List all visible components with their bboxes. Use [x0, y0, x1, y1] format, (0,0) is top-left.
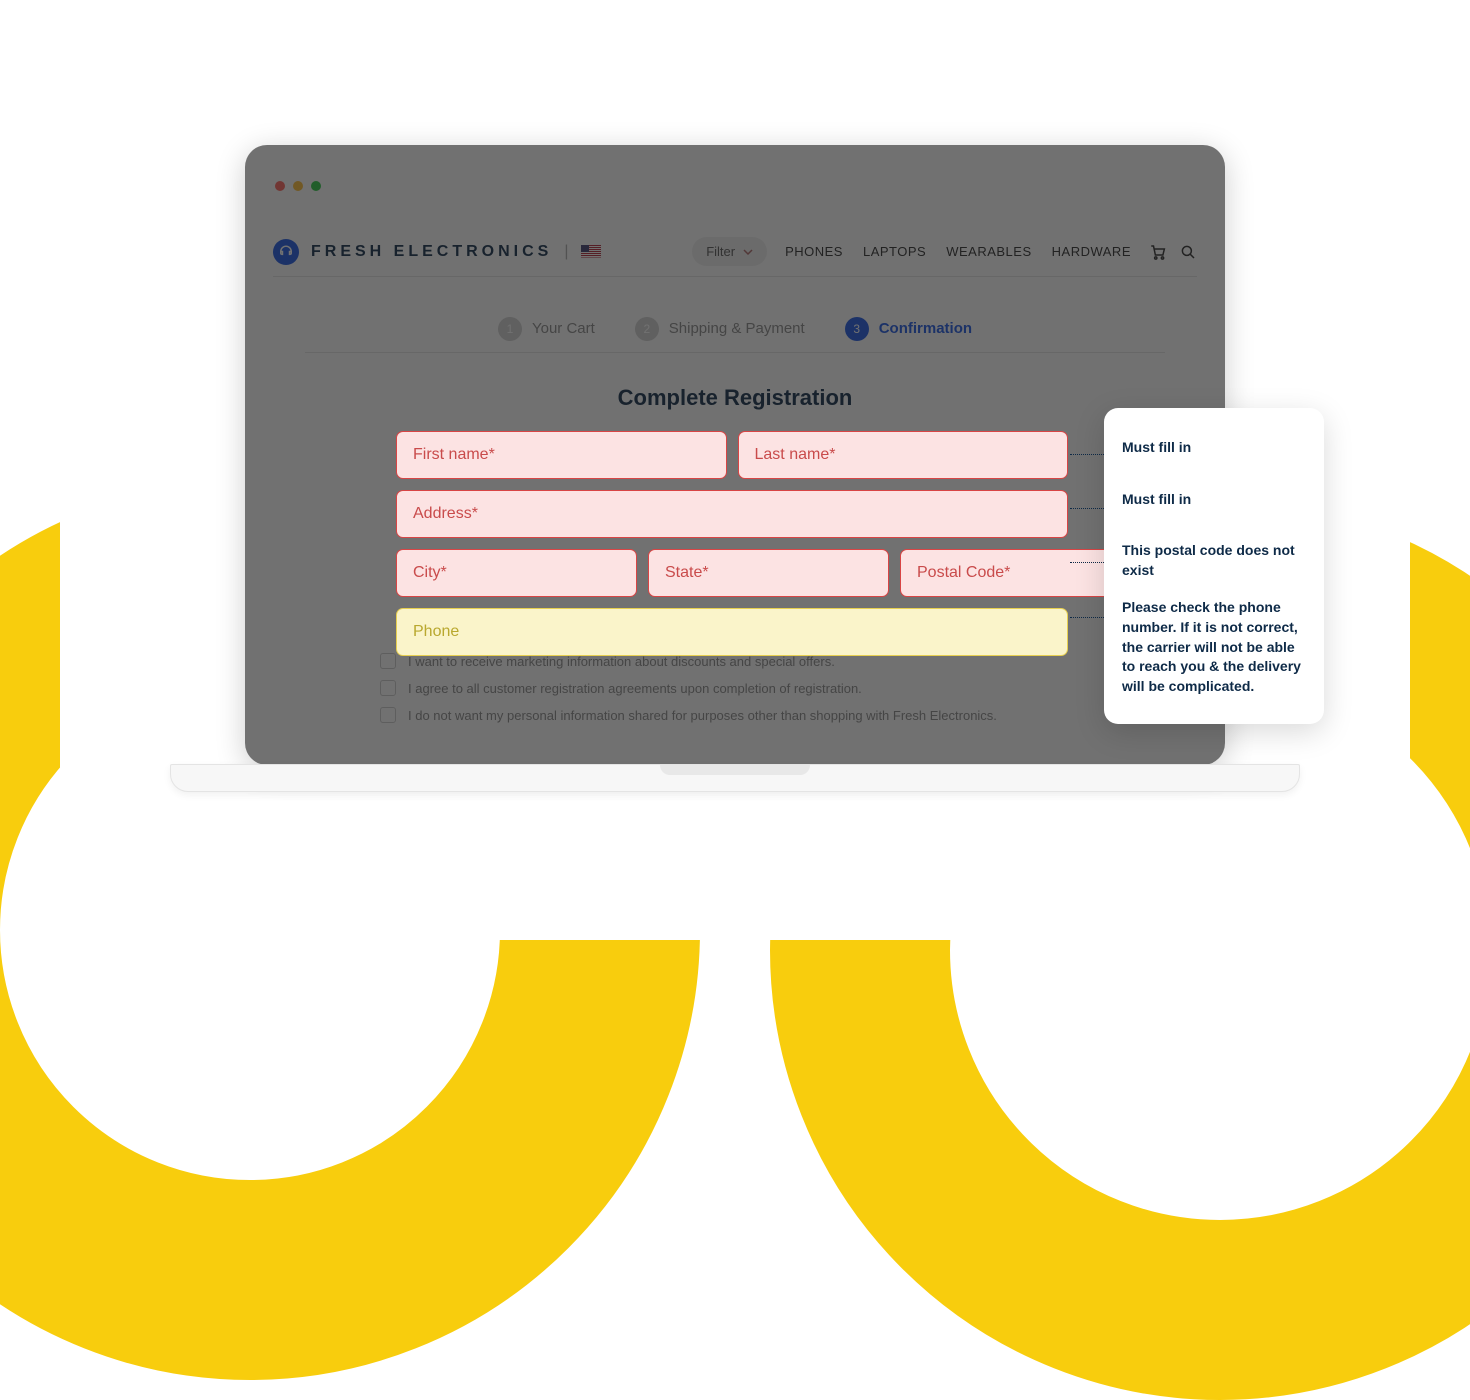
error-postal-code: This postal code does not exist: [1122, 541, 1306, 580]
last-name-field[interactable]: [738, 431, 1069, 479]
error-must-fill-name: Must fill in: [1122, 438, 1306, 458]
registration-form: [396, 431, 1068, 656]
validation-tooltip-card: Must fill in Must fill in This postal co…: [1104, 408, 1324, 724]
phone-field[interactable]: [396, 608, 1068, 656]
laptop-base: [170, 764, 1300, 792]
first-name-field[interactable]: [396, 431, 727, 479]
warning-phone: Please check the phone number. If it is …: [1122, 598, 1306, 696]
error-must-fill-address: Must fill in: [1122, 490, 1306, 510]
laptop-notch: [660, 765, 810, 775]
state-field[interactable]: [648, 549, 889, 597]
city-field[interactable]: [396, 549, 637, 597]
address-field[interactable]: [396, 490, 1068, 538]
